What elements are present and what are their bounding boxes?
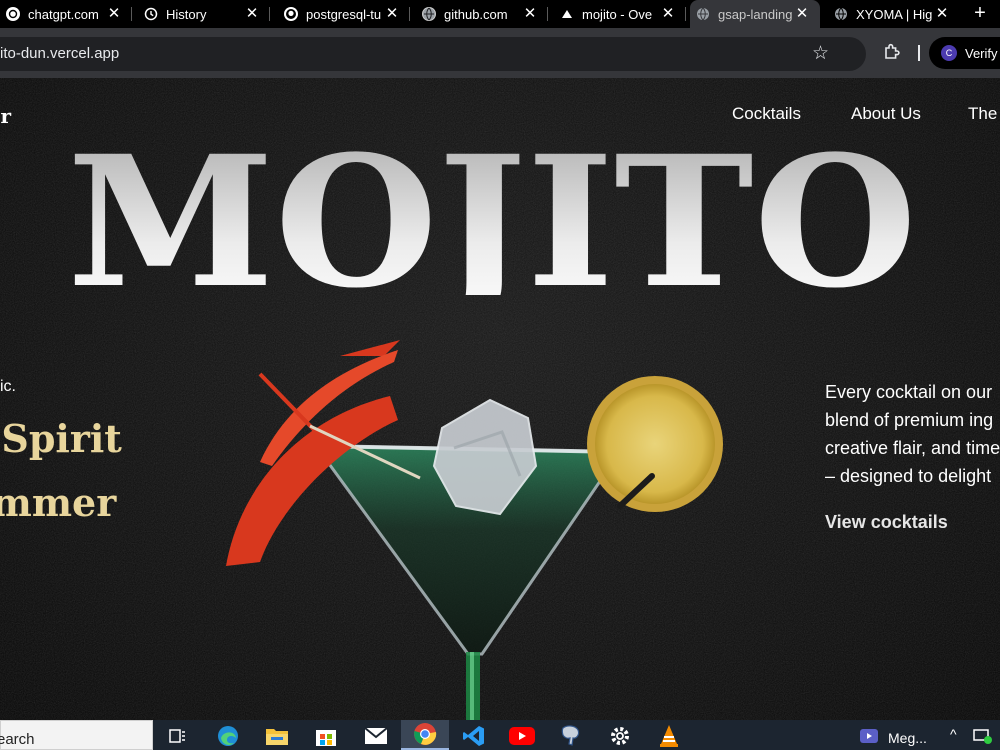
tab-title: mojito - Ove (582, 6, 653, 22)
globe-icon (422, 7, 436, 21)
globe-icon (834, 7, 848, 21)
hero-title-text: MOJITO (67, 120, 917, 295)
pgadmin-icon[interactable] (557, 723, 583, 749)
vercel-icon (560, 7, 574, 21)
profile-button[interactable]: C Verify it (929, 37, 1000, 69)
youtube-icon[interactable] (509, 723, 535, 749)
tab-title: chatgpt.com (28, 6, 99, 22)
meet-label[interactable]: Meg... (888, 730, 927, 746)
close-icon[interactable]: ✕ (934, 6, 950, 22)
profile-label: Verify it (965, 45, 1000, 61)
task-view-icon[interactable] (165, 723, 191, 749)
description-line: blend of premium ing (825, 410, 994, 430)
tab-mojito-vercel[interactable]: mojito - Ove ✕ (554, 0, 686, 28)
address-bar[interactable]: ito-dun.vercel.app ☆ (0, 37, 866, 71)
new-tab-button[interactable]: + (968, 2, 992, 26)
tab-chatgpt[interactable]: chatgpt.com ✕ (0, 0, 132, 28)
tab-title: gsap-landing (718, 6, 793, 22)
hero-title: MOJITO (67, 120, 917, 295)
mojito-cocktail-image (226, 340, 723, 720)
tab-postgresql[interactable]: postgresql-tu ✕ (278, 0, 410, 28)
tab-history[interactable]: History ✕ (138, 0, 270, 28)
tab-xyoma[interactable]: XYOMA | Hig ✕ (828, 0, 960, 28)
history-icon (144, 7, 158, 21)
close-icon[interactable]: ✕ (794, 6, 810, 22)
edge-icon[interactable] (215, 723, 241, 749)
toolbar-divider (918, 45, 920, 61)
file-explorer-icon[interactable] (264, 723, 290, 749)
chrome-icon[interactable] (401, 720, 449, 750)
view-cocktails-link[interactable]: View cocktails (825, 512, 948, 533)
vlc-icon[interactable] (656, 723, 682, 749)
tab-title: XYOMA | Hig (856, 6, 933, 22)
store-icon[interactable] (313, 723, 339, 749)
description-line: – designed to delight (825, 466, 992, 486)
close-icon[interactable]: ✕ (660, 6, 676, 22)
tab-title: github.com (444, 6, 508, 22)
hero-description: Every cocktail on our blend of premium i… (825, 378, 1000, 490)
meet-icon[interactable] (856, 723, 882, 749)
settings-icon[interactable] (607, 723, 633, 749)
mail-icon[interactable] (363, 723, 389, 749)
github-icon (284, 7, 298, 21)
tab-title: postgresql-tu (306, 6, 382, 22)
vscode-icon[interactable] (461, 723, 487, 749)
close-icon[interactable]: ✕ (244, 6, 260, 22)
avatar: C (941, 45, 957, 61)
browser-toolbar: ito-dun.vercel.app ☆ C Verify it (0, 28, 1000, 78)
bookmark-star-icon[interactable]: ☆ (812, 42, 829, 65)
tab-gsap-landing[interactable]: gsap-landing ✕ (690, 0, 820, 28)
tab-github[interactable]: github.com ✕ (416, 0, 548, 28)
search-placeholder: earch (0, 731, 35, 748)
close-icon[interactable]: ✕ (522, 6, 538, 22)
hero-headline-line-1: e Spirit (0, 416, 122, 461)
browser-tab-strip: chatgpt.com ✕ History ✕ postgresql-tu ✕ … (0, 0, 1000, 28)
taskbar-search-box[interactable]: earch (0, 720, 153, 750)
close-icon[interactable]: ✕ (384, 6, 400, 22)
chatgpt-icon (6, 7, 20, 21)
nav-link-the[interactable]: The (968, 104, 997, 124)
url-text[interactable]: ito-dun.vercel.app (0, 45, 119, 62)
network-icon[interactable] (970, 723, 996, 749)
extensions-puzzle-icon[interactable] (882, 42, 902, 62)
mojito-landing-page: ur Cocktails About Us The MOJITO sic. e … (0, 78, 1000, 720)
tab-title: History (166, 6, 207, 22)
description-line: creative flair, and time (825, 438, 1000, 458)
hero-headline-line-2: ummer (0, 480, 117, 525)
site-logo[interactable]: ur (0, 104, 11, 128)
globe-icon (696, 7, 710, 21)
windows-taskbar: earch Meg... ^ (0, 720, 1000, 750)
description-line: Every cocktail on our (825, 382, 993, 402)
hero-tagline: sic. (0, 378, 16, 395)
close-icon[interactable]: ✕ (106, 6, 122, 22)
tray-overflow-chevron-up-icon[interactable]: ^ (950, 726, 957, 742)
